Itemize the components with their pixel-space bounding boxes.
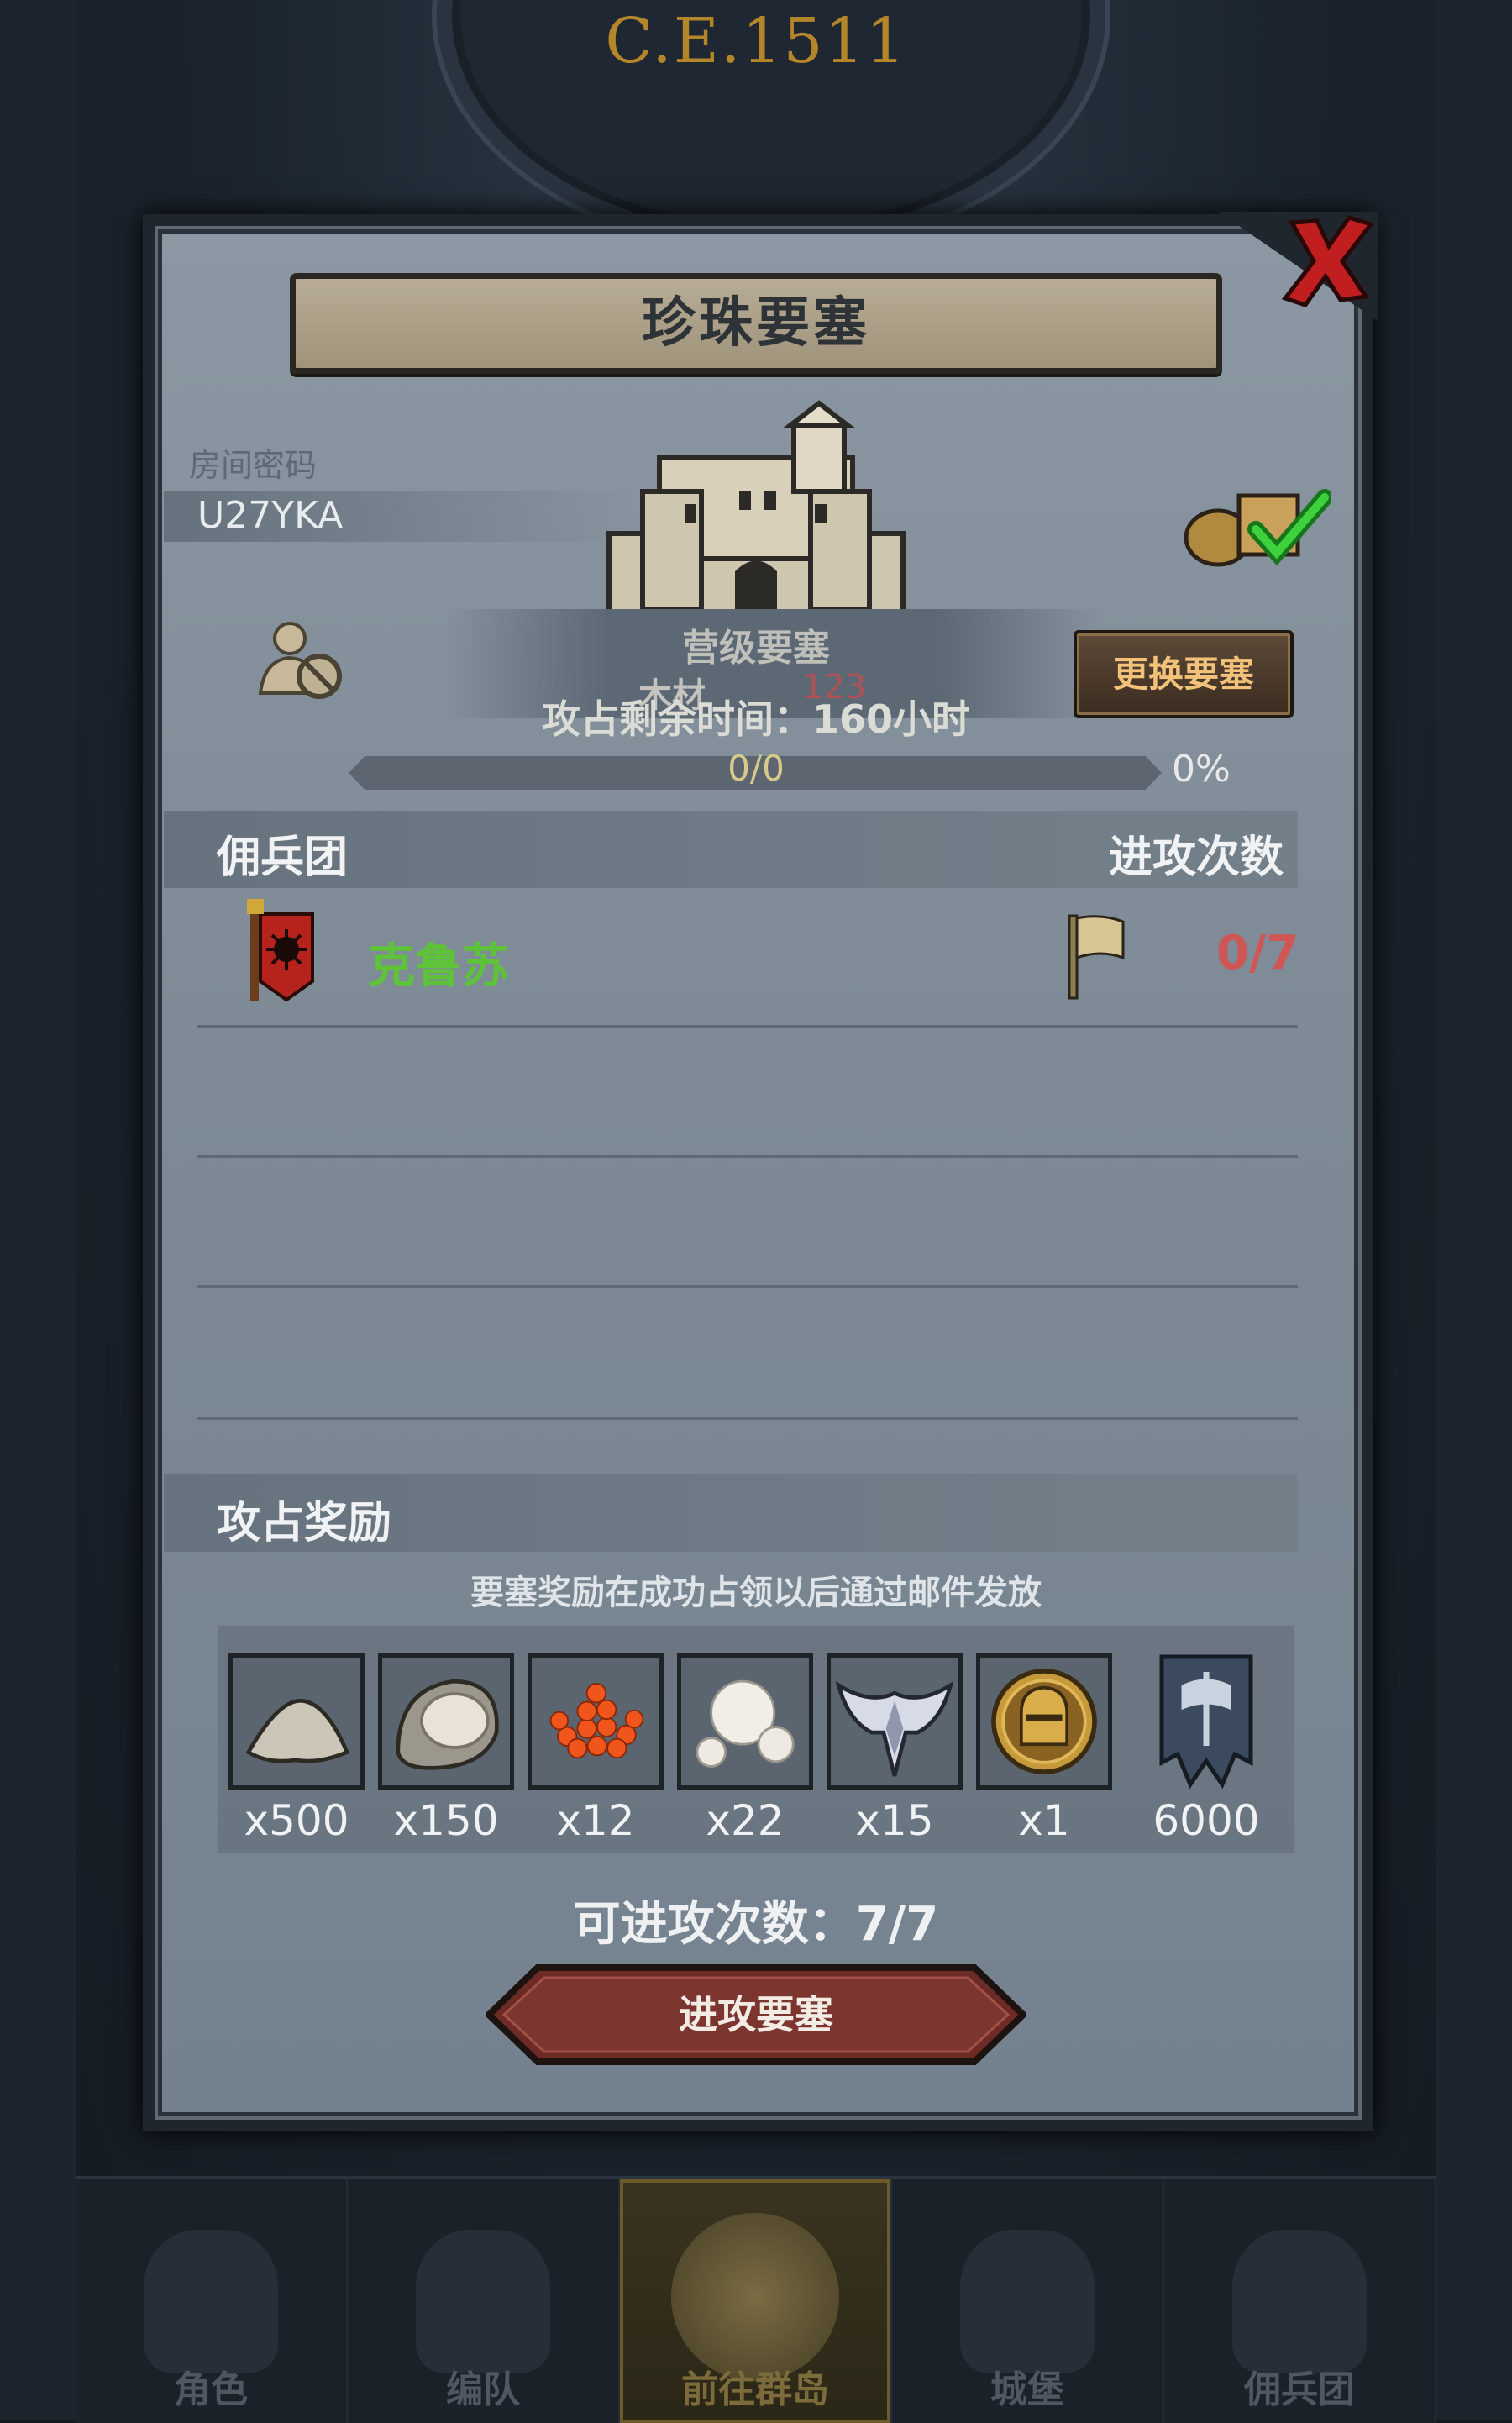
sand-pile-icon	[245, 1699, 350, 1763]
right-edge	[1436, 0, 1512, 2420]
fish-roe-icon	[549, 1683, 644, 1759]
pearls-icon	[696, 1679, 795, 1768]
reward-count: x150	[393, 1796, 499, 1845]
change-fortress-label: 更换要塞	[1112, 654, 1254, 695]
reward-count: 6000	[1152, 1796, 1260, 1845]
room-code-label: 房间密码	[189, 447, 318, 484]
mercenary-header: 佣兵团	[217, 833, 349, 883]
reward-item[interactable]: x1	[976, 1653, 1112, 1845]
reward-count: x15	[855, 1796, 934, 1845]
axe-banner-icon	[1159, 1654, 1253, 1790]
empty-row-divider	[197, 1417, 1298, 1420]
attack-count-header: 进攻次数	[1109, 833, 1284, 883]
reward-item[interactable]: x12	[528, 1653, 664, 1845]
helmet-icon	[416, 2230, 550, 2373]
winged-emblem-icon	[835, 1680, 954, 1777]
mercenary-icon	[1232, 2230, 1367, 2373]
loot-claimed-icon[interactable]	[1180, 479, 1331, 571]
nav-label: 角色	[174, 2368, 248, 2411]
reward-item[interactable]: x500	[228, 1653, 365, 1845]
mercenary-attack-count: 0/7	[1216, 926, 1299, 980]
nav-item-islands[interactable]: 前往群岛	[620, 2179, 892, 2423]
reward-count: x1	[1018, 1796, 1070, 1845]
nav-label: 前往群岛	[681, 2368, 829, 2411]
castle-icon	[960, 2230, 1095, 2373]
empty-row-divider	[197, 1155, 1298, 1158]
mercenary-row[interactable]	[197, 891, 1298, 1028]
guild-banner-icon	[247, 899, 314, 1002]
nav-label: 编队	[446, 2368, 520, 2411]
reward-item[interactable]: 6000	[1138, 1653, 1274, 1845]
oyster-icon	[396, 1679, 499, 1770]
room-code: U27YKA	[197, 494, 344, 537]
change-fortress-button[interactable]: 更换要塞	[1074, 630, 1294, 718]
knight-helmet-coin-icon	[991, 1669, 1097, 1774]
reward-item[interactable]: x15	[827, 1653, 963, 1845]
mercenary-name: 克鲁苏	[368, 939, 509, 994]
reward-header: 攻占奖励	[217, 1498, 392, 1548]
compass-map-icon	[671, 2213, 839, 2381]
reward-item[interactable]: x150	[378, 1653, 514, 1845]
close-icon	[1281, 215, 1375, 307]
reward-count: x22	[706, 1796, 785, 1845]
empty-row-divider	[197, 1285, 1298, 1288]
close-button[interactable]	[1277, 206, 1378, 315]
nav-label: 城堡	[990, 2368, 1064, 2411]
castle-icon	[606, 400, 906, 616]
year-display: C.E.1511	[605, 5, 907, 77]
reward-count: x500	[244, 1796, 349, 1845]
nav-label: 佣兵团	[1244, 2368, 1355, 2411]
nav-item-mercenary[interactable]: 佣兵团	[1164, 2179, 1436, 2423]
title-plate: 珍珠要塞	[290, 273, 1222, 374]
knight-icon	[144, 2230, 278, 2373]
nav-item-formation[interactable]: 编队	[348, 2179, 620, 2423]
dialog-title: 珍珠要塞	[642, 292, 870, 355]
bottom-nav: 角色 编队 前往群岛 城堡 佣兵团	[76, 2176, 1436, 2423]
progress-text: 0/0	[727, 748, 785, 789]
reward-count: x12	[556, 1796, 635, 1845]
nav-item-character[interactable]: 角色	[76, 2179, 348, 2423]
left-edge	[0, 0, 76, 2420]
flag-icon	[1068, 914, 1125, 1000]
attack-button-label: 进攻要塞	[679, 1992, 833, 2037]
reward-note: 要塞奖励在成功占领以后通过邮件发放	[470, 1574, 1042, 1612]
nav-item-castle[interactable]: 城堡	[892, 2179, 1164, 2423]
available-attacks: 可进攻次数：7/7	[573, 1897, 939, 1952]
reward-item[interactable]: x22	[677, 1653, 813, 1845]
attack-fortress-button[interactable]: 进攻要塞	[486, 1964, 1026, 2065]
progress-percent: 0%	[1172, 748, 1231, 791]
